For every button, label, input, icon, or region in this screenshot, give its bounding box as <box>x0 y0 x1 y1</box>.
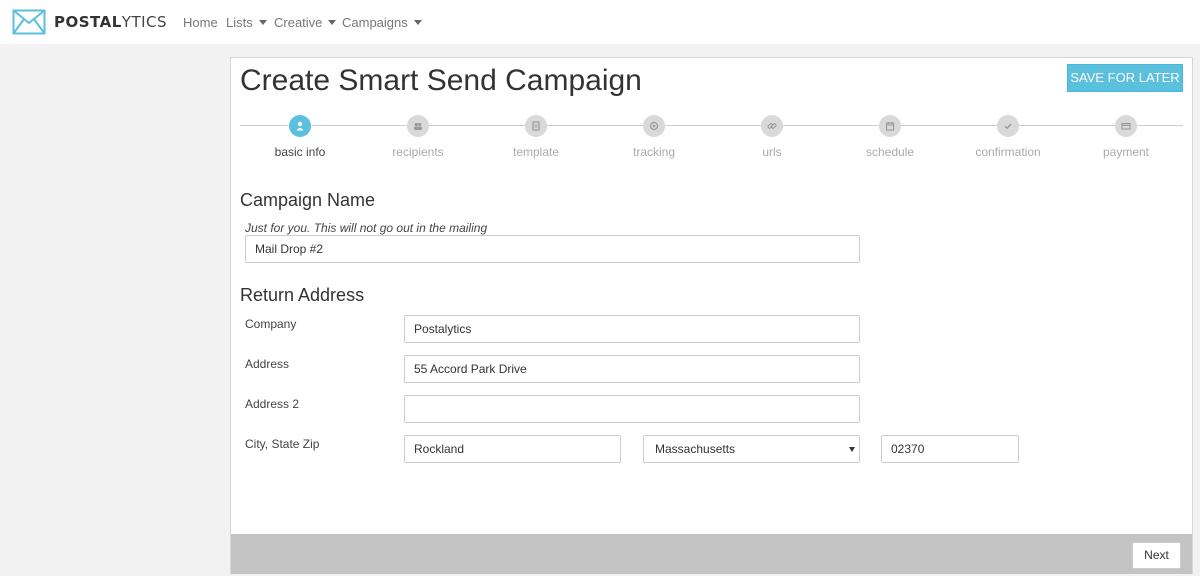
step-urls[interactable]: urls <box>713 115 831 159</box>
address2-input[interactable] <box>404 395 860 423</box>
step-tracking[interactable]: tracking <box>595 115 713 159</box>
state-select[interactable]: Massachusetts <box>643 435 860 463</box>
step-label: template <box>512 145 560 159</box>
step-label: recipients <box>392 145 444 159</box>
chevron-down-icon <box>849 447 855 452</box>
nav-campaigns[interactable]: Campaigns <box>342 15 422 30</box>
campaign-name-input[interactable]: Mail Drop #2 <box>245 235 860 263</box>
step-label: basic info <box>274 145 326 159</box>
panel-footer: Next <box>231 534 1192 574</box>
campaign-name-heading: Campaign Name <box>240 190 376 210</box>
user-icon <box>289 115 311 137</box>
step-schedule[interactable]: schedule <box>831 115 949 159</box>
step-basic-info[interactable]: basic info <box>241 115 359 159</box>
state-select-value: Massachusetts <box>655 442 736 456</box>
step-label: confirmation <box>975 145 1041 159</box>
step-label: payment <box>1102 145 1150 159</box>
page-title: Create Smart Send Campaign <box>240 64 642 97</box>
nav-lists-label: Lists <box>226 15 253 30</box>
top-navbar: POSTALYTICS Home Lists Creative Campaign… <box>0 0 1200 44</box>
next-button[interactable]: Next <box>1132 542 1181 569</box>
address-input[interactable]: 55 Accord Park Drive <box>404 355 860 383</box>
brand-name[interactable]: POSTALYTICS <box>54 13 167 31</box>
company-input[interactable]: Postalytics <box>404 315 860 343</box>
nav-lists[interactable]: Lists <box>226 15 267 30</box>
step-label: schedule <box>865 145 915 159</box>
chevron-down-icon <box>413 20 422 26</box>
nav-creative[interactable]: Creative <box>274 15 337 30</box>
step-confirmation[interactable]: confirmation <box>949 115 1067 159</box>
check-icon <box>997 115 1019 137</box>
campaign-panel: Create Smart Send Campaign SAVE FOR LATE… <box>230 57 1193 574</box>
step-recipients[interactable]: recipients <box>359 115 477 159</box>
step-template[interactable]: template <box>477 115 595 159</box>
step-label: tracking <box>632 145 676 159</box>
chevron-down-icon <box>258 20 267 26</box>
city-state-zip-label: City, State Zip <box>245 437 320 451</box>
nav-creative-label: Creative <box>274 15 323 30</box>
return-address-heading: Return Address <box>240 285 365 305</box>
zip-input[interactable]: 02370 <box>881 435 1019 463</box>
link-icon <box>761 115 783 137</box>
company-label: Company <box>245 317 297 331</box>
nav-home[interactable]: Home <box>183 15 218 30</box>
step-label: urls <box>762 145 782 159</box>
nav-campaigns-label: Campaigns <box>342 15 408 30</box>
document-icon <box>525 115 547 137</box>
step-payment[interactable]: payment <box>1067 115 1185 159</box>
envelope-logo-icon[interactable] <box>12 9 46 35</box>
credit-card-icon <box>1115 115 1137 137</box>
calendar-icon <box>879 115 901 137</box>
save-for-later-button[interactable]: SAVE FOR LATER <box>1067 64 1183 92</box>
users-icon <box>407 115 429 137</box>
address-label: Address <box>245 357 290 371</box>
city-input[interactable]: Rockland <box>404 435 621 463</box>
chevron-down-icon <box>328 20 337 26</box>
address2-label: Address 2 <box>245 397 300 411</box>
campaign-name-hint: Just for you. This will not go out in th… <box>245 221 488 235</box>
target-icon <box>643 115 665 137</box>
